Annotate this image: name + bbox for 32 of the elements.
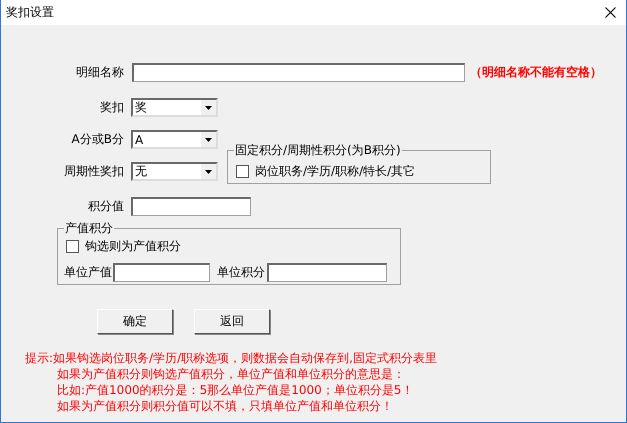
field-label: 奖扣 [99, 99, 125, 116]
input-field[interactable] [113, 263, 210, 282]
field-label: 单位产值 [64, 264, 112, 281]
dropdown[interactable]: 奖 [131, 98, 218, 117]
warning-note: （明细名称不能有空格） [470, 64, 602, 80]
button[interactable]: 确定 [97, 309, 173, 334]
window-title: 奖扣设置 [6, 4, 54, 21]
field-label: 单位积分 [217, 264, 265, 281]
tip-text: 提示:如果钩选岗位职务/学历/职称选项，则数据会自动保存到,固定式积分表里 [24, 350, 438, 366]
dropdown[interactable]: A [131, 130, 218, 149]
checkbox-label: 岗位职务/学历/职称/特长/其它 [255, 163, 416, 180]
dropdown[interactable]: 无 [131, 162, 218, 181]
button[interactable]: 返回 [194, 309, 270, 334]
points-field[interactable] [131, 197, 251, 216]
dropdown-arrow-icon [205, 106, 212, 110]
field-label: 周期性奖扣 [63, 163, 125, 180]
checkbox[interactable] [66, 240, 79, 253]
field-label: A分或B分 [70, 131, 125, 148]
field-label: 明细名称 [75, 64, 125, 80]
tip-text: 如果为产值积分则钩选产值积分，单位产值和单位积分的意思是： [56, 366, 406, 382]
name-field[interactable] [132, 62, 465, 82]
checkbox-label: 钩选则为产值积分 [85, 238, 181, 255]
input-field[interactable] [267, 263, 387, 282]
tip-text: 如果为产值积分则积分值可以不填，只填单位产值和单位积分！ [56, 398, 394, 414]
dropdown-arrow-icon [205, 138, 212, 142]
group-title: 固定积分/周期性积分(为B积分) [234, 143, 402, 157]
dropdown-arrow-icon [205, 170, 212, 174]
tip-text: 比如:产值1000的积分是：5那么单位产值是1000；单位积分是5！ [56, 382, 414, 398]
group-title: 产值积分 [64, 221, 114, 235]
field-label: 积分值 [87, 198, 125, 215]
close-icon[interactable] [605, 7, 616, 18]
checkbox[interactable] [236, 165, 249, 178]
